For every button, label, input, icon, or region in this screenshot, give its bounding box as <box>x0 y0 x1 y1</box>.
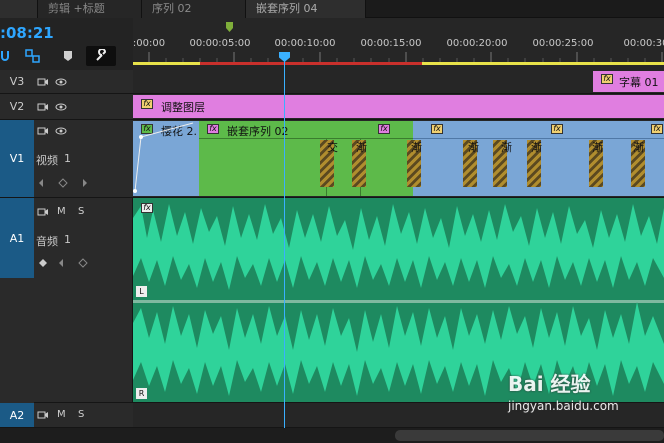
channel-left-label: L <box>136 286 147 297</box>
premiere-timeline: 剪辑 +标题 序列 02 嵌套序列 04 :08:21 :00:00 00:00… <box>0 0 664 443</box>
fx-badge-icon: fx <box>651 124 663 134</box>
tab-sequence-02[interactable]: 序列 02 <box>142 0 246 18</box>
ruler-label: 00:00:10:00 <box>274 38 336 49</box>
clip-sakura[interactable]: fx 樱花 2. <box>133 121 199 196</box>
ruler-label: 00:00:25:00 <box>532 38 594 49</box>
tab-nested-sequence-04[interactable]: 嵌套序列 04 <box>246 0 366 18</box>
toggle-sync-lock-icon[interactable] <box>37 77 49 87</box>
toggle-sync-lock-icon[interactable] <box>37 410 49 420</box>
render-status-bar <box>200 62 422 65</box>
clip-label: 嵌套序列 02 <box>227 125 289 138</box>
wrench-settings-icon[interactable] <box>86 46 116 66</box>
ruler-label: 00:00:30 <box>623 38 664 49</box>
snap-icon[interactable] <box>0 46 10 66</box>
watermark-url: jingyan.baidu.com <box>508 399 619 413</box>
solo-button[interactable]: S <box>78 409 84 420</box>
track-header-v3: V3 <box>0 70 133 94</box>
track-name-a1: 音频 <box>36 235 58 248</box>
track-number-a1: 1 <box>64 233 71 246</box>
time-ruler[interactable]: :00:00 00:00:05:00 00:00:10:00 00:00:15:… <box>133 18 664 70</box>
watermark-brand: Bai 经验 <box>508 372 591 396</box>
fx-badge-icon: fx <box>551 124 563 134</box>
eye-icon[interactable] <box>55 126 67 136</box>
mute-button[interactable]: M <box>57 206 66 217</box>
clip-label: 字幕 01 <box>619 76 659 89</box>
ruler-label: :00:00 <box>132 38 166 49</box>
track-lane-v1: fx 樱花 2. fx 嵌套序列 02 fx fx fx fx 交 渐 渐 渐 … <box>133 120 664 198</box>
horizontal-scrollbar[interactable] <box>395 430 664 441</box>
clip-nested-sequence-02[interactable]: fx 嵌套序列 02 fx <box>199 121 413 196</box>
transition-label: 渐 <box>531 141 542 154</box>
track-target-v1[interactable]: V1 <box>0 120 34 197</box>
transition-label: 渐 <box>411 141 422 154</box>
track-target-v3[interactable]: V3 <box>0 70 34 93</box>
track-number-v1: 1 <box>64 152 71 165</box>
track-name-v1: 视频 <box>36 154 58 167</box>
track-lane-v3: fx 字幕 01 <box>133 70 664 94</box>
ruler-label: 00:00:15:00 <box>360 38 422 49</box>
mute-button[interactable]: M <box>57 409 66 420</box>
track-target-a2[interactable]: A2 <box>0 403 34 427</box>
add-marker-icon[interactable] <box>58 46 78 66</box>
tab-overflow[interactable] <box>0 0 38 18</box>
track-lane-v2: fx 调整图层 <box>133 94 664 120</box>
channel-right-label: R <box>136 388 147 399</box>
sequence-tab-bar: 剪辑 +标题 序列 02 嵌套序列 04 <box>0 0 664 18</box>
eye-icon[interactable] <box>55 102 67 112</box>
transition-label: 渐 <box>468 141 479 154</box>
tab-edit-title[interactable]: 剪辑 +标题 <box>38 0 142 18</box>
track-target-v2[interactable]: V2 <box>0 94 34 119</box>
transition-label: 渐 <box>633 141 644 154</box>
transition-label: 渐 <box>356 141 367 154</box>
playhead-line[interactable] <box>284 56 285 431</box>
fx-badge-icon: fx <box>141 203 153 213</box>
track-target-a1[interactable]: A1 <box>0 198 34 278</box>
ruler-label: 00:00:20:00 <box>446 38 508 49</box>
track-header-v1: V1 视频 1 <box>0 120 133 198</box>
transition-label: 渐 <box>592 141 603 154</box>
toggle-sync-lock-icon[interactable] <box>37 126 49 136</box>
track-header-a2: A2 M S <box>0 403 133 428</box>
fx-badge-icon: fx <box>431 124 443 134</box>
transition-label: 渐 <box>501 141 512 154</box>
keyframe-nav-icon[interactable] <box>38 258 88 268</box>
marker-icon[interactable] <box>226 22 233 32</box>
ruler-ticks <box>148 52 663 62</box>
toggle-sync-lock-icon[interactable] <box>37 102 49 112</box>
fx-badge-icon: fx <box>378 124 390 134</box>
clip-label: 调整图层 <box>161 101 205 114</box>
ruler-label: 00:00:05:00 <box>189 38 251 49</box>
fx-badge-icon: fx <box>601 74 613 84</box>
transition-label: 交 <box>327 141 338 154</box>
solo-button[interactable]: S <box>78 206 84 217</box>
clip-subtitle-01[interactable]: fx 字幕 01 <box>593 71 664 92</box>
track-header-a1: A1 M S 音频 1 <box>0 198 133 403</box>
clip-adjustment-layer[interactable]: fx 调整图层 <box>133 95 664 118</box>
baidu-watermark: Bai 经验 jingyan.baidu.com <box>508 368 619 413</box>
eye-icon[interactable] <box>55 77 67 87</box>
opacity-rubberband[interactable] <box>133 121 199 196</box>
track-header-v2: V2 <box>0 94 133 120</box>
keyframe-nav-icon[interactable] <box>38 178 88 188</box>
fx-badge-icon: fx <box>141 99 153 109</box>
playhead-timecode[interactable]: :08:21 <box>0 24 54 42</box>
linked-selection-icon[interactable] <box>22 46 44 66</box>
toggle-sync-lock-icon[interactable] <box>37 207 49 217</box>
fx-badge-icon: fx <box>207 124 219 134</box>
